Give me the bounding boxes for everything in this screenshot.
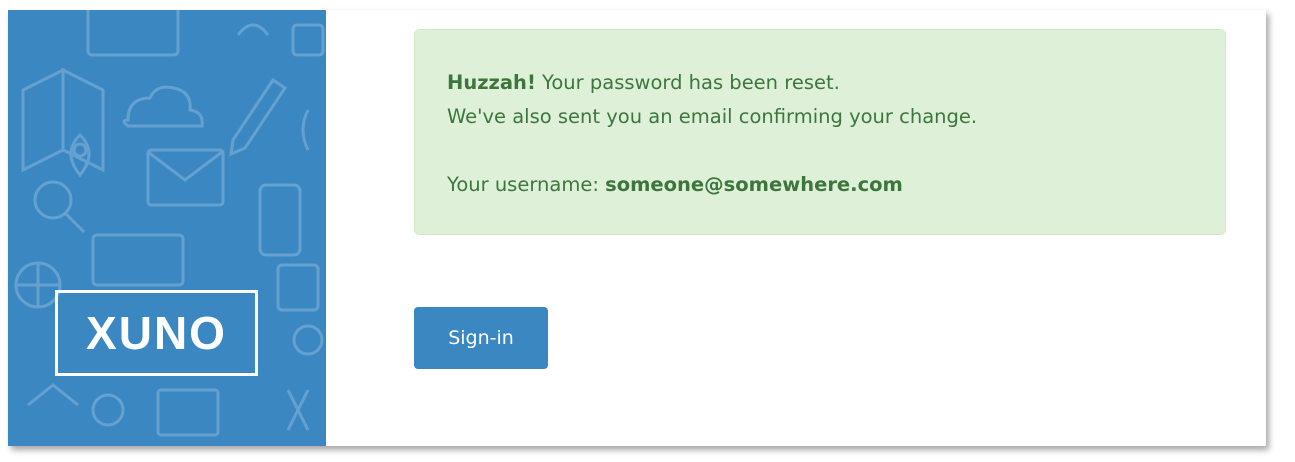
alert-headline-text: Your password has been reset. — [535, 71, 840, 94]
brand-sidebar: XUNO — [8, 10, 326, 446]
username-label: Your username: — [447, 173, 606, 196]
username-value: someone@somewhere.com — [605, 173, 903, 196]
signin-button[interactable]: Sign-in — [414, 307, 548, 369]
alert-email-note: We've also sent you an email confirming … — [447, 105, 978, 128]
alert-headline-bold: Huzzah! — [447, 71, 536, 94]
logo-text: XUNO — [86, 307, 227, 359]
success-alert: Huzzah! Your password has been reset. We… — [414, 29, 1226, 235]
page-frame: XUNO Huzzah! Your password has been rese… — [8, 10, 1266, 446]
doodle-pattern-background — [14, 10, 325, 437]
xuno-logo: XUNO — [55, 290, 258, 376]
alert-username-line: Your username: someone@somewhere.com — [447, 168, 1193, 202]
alert-headline: Huzzah! Your password has been reset. — [447, 66, 1193, 100]
